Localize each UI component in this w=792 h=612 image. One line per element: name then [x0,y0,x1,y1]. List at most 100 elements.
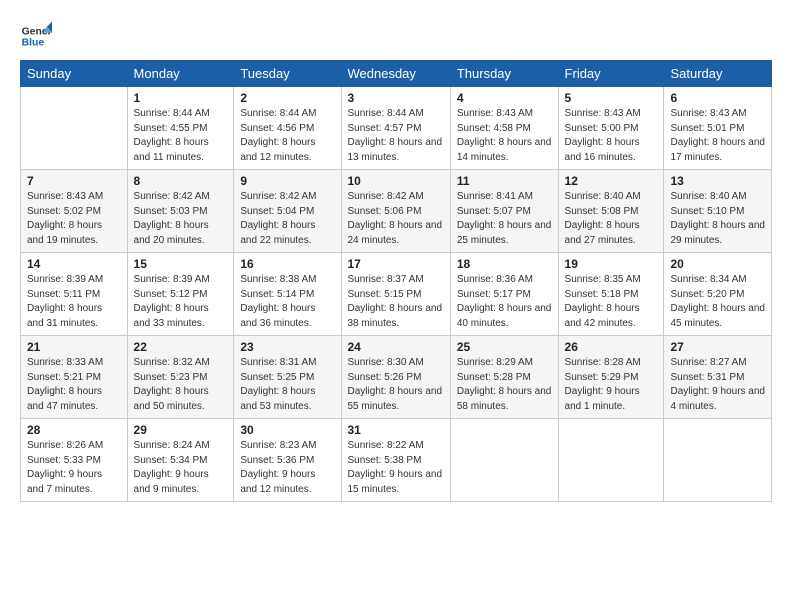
day-number: 9 [240,174,334,188]
day-info: Sunrise: 8:36 AM Sunset: 5:17 PM Dayligh… [457,273,552,331]
day-cell: 28 Sunrise: 8:26 AM Sunset: 5:33 PM Dayli… [21,419,128,502]
week-row-4: 21 Sunrise: 8:33 AM Sunset: 5:21 PM Dayli… [21,336,772,419]
day-cell: 6 Sunrise: 8:43 AM Sunset: 5:01 PM Daylig… [664,87,772,170]
day-number: 4 [457,91,552,105]
day-cell: 19 Sunrise: 8:35 AM Sunset: 5:18 PM Dayli… [558,253,664,336]
day-number: 24 [348,340,444,354]
day-number: 3 [348,91,444,105]
day-cell [21,87,128,170]
day-info: Sunrise: 8:22 AM Sunset: 5:38 PM Dayligh… [348,439,444,497]
day-number: 29 [134,423,228,437]
day-number: 6 [670,91,765,105]
logo: General Blue [20,20,52,52]
day-cell: 27 Sunrise: 8:27 AM Sunset: 5:31 PM Dayli… [664,336,772,419]
day-info: Sunrise: 8:41 AM Sunset: 5:07 PM Dayligh… [457,190,552,248]
calendar: SundayMondayTuesdayWednesdayThursdayFrid… [20,60,772,502]
day-info: Sunrise: 8:29 AM Sunset: 5:28 PM Dayligh… [457,356,552,414]
day-info: Sunrise: 8:27 AM Sunset: 5:31 PM Dayligh… [670,356,765,414]
day-info: Sunrise: 8:31 AM Sunset: 5:25 PM Dayligh… [240,356,334,414]
day-info: Sunrise: 8:44 AM Sunset: 4:55 PM Dayligh… [134,107,228,165]
day-number: 1 [134,91,228,105]
weekday-header-thursday: Thursday [450,61,558,87]
weekday-header-sunday: Sunday [21,61,128,87]
day-number: 30 [240,423,334,437]
header: General Blue [20,16,772,52]
day-cell [558,419,664,502]
day-info: Sunrise: 8:24 AM Sunset: 5:34 PM Dayligh… [134,439,228,497]
day-info: Sunrise: 8:39 AM Sunset: 5:11 PM Dayligh… [27,273,121,331]
day-number: 28 [27,423,121,437]
day-number: 16 [240,257,334,271]
day-cell: 22Sunrise: 8:32 AM Sunset: 5:23 PM Dayli… [127,336,234,419]
day-info: Sunrise: 8:42 AM Sunset: 5:04 PM Dayligh… [240,190,334,248]
day-number: 21 [27,340,121,354]
day-info: Sunrise: 8:43 AM Sunset: 5:02 PM Dayligh… [27,190,121,248]
day-cell: 7Sunrise: 8:43 AM Sunset: 5:02 PM Daylig… [21,170,128,253]
weekday-header-monday: Monday [127,61,234,87]
day-number: 18 [457,257,552,271]
day-number: 15 [134,257,228,271]
day-number: 26 [565,340,658,354]
day-cell: 25 Sunrise: 8:29 AM Sunset: 5:28 PM Dayli… [450,336,558,419]
day-number: 23 [240,340,334,354]
day-cell: 20Sunrise: 8:34 AM Sunset: 5:20 PM Dayli… [664,253,772,336]
svg-text:Blue: Blue [22,38,45,49]
day-number: 19 [565,257,658,271]
day-number: 25 [457,340,552,354]
week-row-2: 7Sunrise: 8:43 AM Sunset: 5:02 PM Daylig… [21,170,772,253]
day-info: Sunrise: 8:43 AM Sunset: 5:00 PM Dayligh… [565,107,658,165]
day-number: 2 [240,91,334,105]
day-number: 10 [348,174,444,188]
day-cell: 15 Sunrise: 8:39 AM Sunset: 5:12 PM Dayli… [127,253,234,336]
day-cell: 3 Sunrise: 8:44 AM Sunset: 4:57 PM Daylig… [341,87,450,170]
day-number: 27 [670,340,765,354]
day-cell: 11 Sunrise: 8:41 AM Sunset: 5:07 PM Dayli… [450,170,558,253]
day-info: Sunrise: 8:33 AM Sunset: 5:21 PM Dayligh… [27,356,121,414]
day-number: 14 [27,257,121,271]
day-info: Sunrise: 8:43 AM Sunset: 4:58 PM Dayligh… [457,107,552,165]
day-cell: 31 Sunrise: 8:22 AM Sunset: 5:38 PM Dayli… [341,419,450,502]
week-row-5: 28 Sunrise: 8:26 AM Sunset: 5:33 PM Dayli… [21,419,772,502]
weekday-header-row: SundayMondayTuesdayWednesdayThursdayFrid… [21,61,772,87]
day-info: Sunrise: 8:42 AM Sunset: 5:06 PM Dayligh… [348,190,444,248]
day-cell: 5 Sunrise: 8:43 AM Sunset: 5:00 PM Daylig… [558,87,664,170]
day-info: Sunrise: 8:23 AM Sunset: 5:36 PM Dayligh… [240,439,334,497]
day-info: Sunrise: 8:40 AM Sunset: 5:08 PM Dayligh… [565,190,658,248]
day-number: 12 [565,174,658,188]
day-info: Sunrise: 8:38 AM Sunset: 5:14 PM Dayligh… [240,273,334,331]
day-cell: 24 Sunrise: 8:30 AM Sunset: 5:26 PM Dayli… [341,336,450,419]
day-cell [450,419,558,502]
weekday-header-saturday: Saturday [664,61,772,87]
day-number: 20 [670,257,765,271]
day-cell: 12 Sunrise: 8:40 AM Sunset: 5:08 PM Dayli… [558,170,664,253]
day-number: 17 [348,257,444,271]
day-info: Sunrise: 8:43 AM Sunset: 5:01 PM Dayligh… [670,107,765,165]
week-row-3: 14 Sunrise: 8:39 AM Sunset: 5:11 PM Dayli… [21,253,772,336]
day-cell: 21 Sunrise: 8:33 AM Sunset: 5:21 PM Dayli… [21,336,128,419]
day-info: Sunrise: 8:37 AM Sunset: 5:15 PM Dayligh… [348,273,444,331]
weekday-header-wednesday: Wednesday [341,61,450,87]
day-number: 13 [670,174,765,188]
day-info: Sunrise: 8:42 AM Sunset: 5:03 PM Dayligh… [134,190,228,248]
day-info: Sunrise: 8:40 AM Sunset: 5:10 PM Dayligh… [670,190,765,248]
day-cell: 16 Sunrise: 8:38 AM Sunset: 5:14 PM Dayli… [234,253,341,336]
day-cell: 18 Sunrise: 8:36 AM Sunset: 5:17 PM Dayli… [450,253,558,336]
day-cell: 10 Sunrise: 8:42 AM Sunset: 5:06 PM Dayli… [341,170,450,253]
logo-icon: General Blue [20,20,52,52]
day-cell: 13 Sunrise: 8:40 AM Sunset: 5:10 PM Dayli… [664,170,772,253]
day-info: Sunrise: 8:39 AM Sunset: 5:12 PM Dayligh… [134,273,228,331]
day-number: 31 [348,423,444,437]
day-info: Sunrise: 8:44 AM Sunset: 4:57 PM Dayligh… [348,107,444,165]
day-cell: 23 Sunrise: 8:31 AM Sunset: 5:25 PM Dayli… [234,336,341,419]
day-info: Sunrise: 8:26 AM Sunset: 5:33 PM Dayligh… [27,439,121,497]
week-row-1: 1 Sunrise: 8:44 AM Sunset: 4:55 PM Daylig… [21,87,772,170]
day-cell: 9 Sunrise: 8:42 AM Sunset: 5:04 PM Daylig… [234,170,341,253]
day-cell [664,419,772,502]
day-number: 11 [457,174,552,188]
day-cell: 2Sunrise: 8:44 AM Sunset: 4:56 PM Daylig… [234,87,341,170]
day-info: Sunrise: 8:30 AM Sunset: 5:26 PM Dayligh… [348,356,444,414]
day-cell: 4 Sunrise: 8:43 AM Sunset: 4:58 PM Daylig… [450,87,558,170]
day-number: 22 [134,340,228,354]
day-info: Sunrise: 8:35 AM Sunset: 5:18 PM Dayligh… [565,273,658,331]
day-number: 5 [565,91,658,105]
